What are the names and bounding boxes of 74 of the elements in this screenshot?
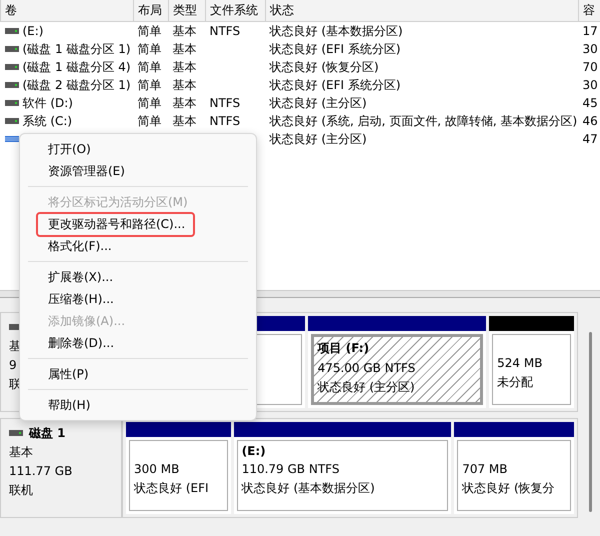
menu-item[interactable]: 更改驱动器号和路径(C)... <box>36 212 196 236</box>
disk-name: 磁盘 1 <box>29 424 66 442</box>
table-cell: 46 <box>582 114 598 128</box>
menu-item[interactable]: 属性(P) <box>36 362 99 386</box>
menu-item[interactable]: 压缩卷(H)... <box>36 286 124 312</box>
partition-status: 状态良好 (基本数据分区) <box>242 480 376 497</box>
partition-title: (E:) <box>242 444 267 458</box>
partition-block[interactable]: 707 MB 状态良好 (恢复分 <box>454 422 574 514</box>
table-cell: (磁盘 1 磁盘分区 4) <box>22 58 131 76</box>
table-cell: 17 <box>582 24 598 38</box>
partition-block[interactable]: 300 MB 状态良好 (EFI <box>126 422 231 514</box>
table-cell: 状态良好 (主分区) <box>270 96 367 110</box>
partition-status: 状态良好 (主分区) <box>318 379 416 396</box>
table-cell: 30 <box>582 78 598 92</box>
partition-block[interactable]: 项目 (F:) 475.00 GB NTFS 状态良好 (主分区) <box>308 316 486 408</box>
partition-status: 状态良好 (恢复分 <box>462 480 556 497</box>
table-cell: 47 <box>582 132 598 146</box>
table-cell: NTFS <box>210 114 240 128</box>
table-cell: 简单 <box>138 42 162 56</box>
partition-block[interactable]: 524 MB 未分配 <box>489 316 574 408</box>
table-cell: NTFS <box>210 24 240 38</box>
disk-info: 9 <box>9 357 17 373</box>
table-cell: 软件 (D:) <box>22 94 73 112</box>
table-cell: 简单 <box>138 78 162 92</box>
table-cell: 系统 (C:) <box>22 112 72 130</box>
partition-title: 项目 (F:) <box>318 340 370 357</box>
partition-size: 300 MB <box>134 462 180 476</box>
table-cell: 基本 <box>172 42 196 56</box>
table-cell: 基本 <box>172 96 196 110</box>
menu-item[interactable]: 扩展卷(X)... <box>36 264 124 290</box>
table-cell: (磁盘 1 磁盘分区 1) <box>22 40 131 58</box>
column-header[interactable]: 布局 <box>134 0 168 22</box>
drive-icon <box>9 430 23 436</box>
menu-item[interactable]: 删除卷(D)... <box>36 330 124 356</box>
column-header[interactable]: 容 <box>578 0 600 22</box>
table-cell: 状态良好 (恢复分区) <box>270 60 379 74</box>
table-cell: 简单 <box>138 96 162 110</box>
table-cell: 状态良好 (主分区) <box>270 132 367 146</box>
column-header[interactable]: 状态 <box>266 0 578 22</box>
partition-block[interactable]: (E:) 110.79 GB NTFS 状态良好 (基本数据分区) <box>234 422 452 514</box>
table-cell: 状态良好 (EFI 系统分区) <box>270 42 401 56</box>
table-cell: NTFS <box>210 96 240 110</box>
table-cell: (磁盘 2 磁盘分区 1) <box>22 76 131 94</box>
table-cell: 45 <box>582 96 598 110</box>
column-header[interactable]: 卷 <box>0 0 134 22</box>
table-cell: 简单 <box>138 114 162 128</box>
partition-size: 707 MB <box>462 462 509 476</box>
disk-info: 111.77 GB <box>9 463 72 479</box>
table-cell: 简单 <box>138 60 162 74</box>
table-cell: 基本 <box>172 60 196 74</box>
column-header[interactable]: 文件系统 <box>206 0 266 22</box>
table-cell: 简单 <box>138 24 162 38</box>
table-cell: 基本 <box>172 114 196 128</box>
table-cell: 基本 <box>172 24 196 38</box>
menu-item[interactable]: 打开(O) <box>36 136 101 162</box>
table-cell: 基本 <box>172 78 196 92</box>
partition-size: 110.79 GB NTFS <box>242 462 340 476</box>
disk-info: 基本 <box>9 444 33 460</box>
table-cell: 70 <box>582 60 598 74</box>
table-cell: 状态良好 (基本数据分区) <box>270 24 403 38</box>
table-cell: (E:) <box>22 24 44 38</box>
partition-status: 未分配 <box>497 374 534 391</box>
scrollbar[interactable] <box>589 332 592 512</box>
menu-item[interactable]: 帮助(H) <box>36 392 100 418</box>
menu-item[interactable]: 资源管理器(E) <box>36 158 135 184</box>
table-cell: 状态良好 (EFI 系统分区) <box>270 78 401 92</box>
table-cell: 状态良好 (系统, 启动, 页面文件, 故障转储, 基本数据分区) <box>270 114 578 128</box>
disk-info: 联机 <box>9 482 33 498</box>
partition-size: 475.00 GB NTFS <box>318 361 416 375</box>
column-header[interactable]: 类型 <box>168 0 206 22</box>
menu-item[interactable]: 格式化(F)... <box>36 234 122 258</box>
partition-status: 状态良好 (EFI <box>134 480 210 497</box>
partition-size: 524 MB <box>497 356 544 370</box>
table-cell: 30 <box>582 42 598 56</box>
